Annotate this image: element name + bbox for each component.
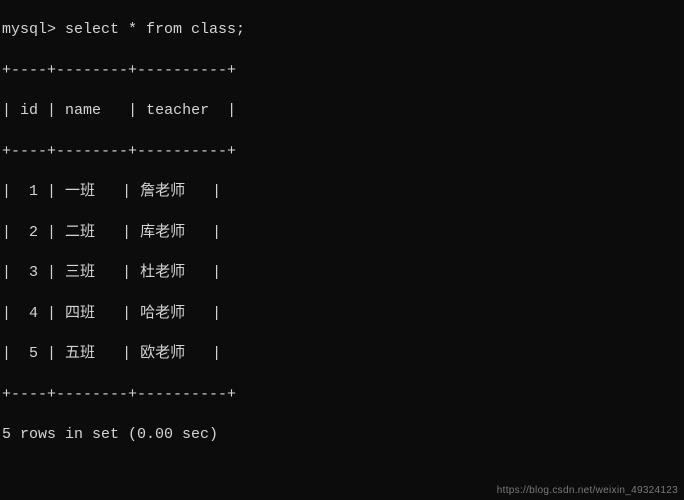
watermark: https://blog.csdn.net/weixin_49324123 [497, 484, 678, 498]
col-name: name [65, 102, 101, 119]
table-border: +----+--------+----------+ [2, 385, 682, 405]
terminal-output: mysql> select * from class; +----+------… [0, 0, 684, 500]
prompt-line-1[interactable]: mysql> select * from class; [2, 20, 682, 40]
table-row: | 5 | 五班 | 欧老师 | [2, 344, 682, 364]
col-teacher: teacher [146, 102, 209, 119]
sql-query: select * from class; [65, 21, 245, 38]
table-row: | 2 | 二班 | 库老师 | [2, 223, 682, 243]
mysql-prompt: mysql> [2, 21, 56, 38]
table-row: | 4 | 四班 | 哈老师 | [2, 304, 682, 324]
table-header-row: | id | name | teacher | [2, 101, 682, 121]
col-id: id [20, 102, 38, 119]
table-row: | 1 | 一班 | 詹老师 | [2, 182, 682, 202]
rows-in-set: 5 rows in set (0.00 sec) [2, 425, 682, 445]
table-border: +----+--------+----------+ [2, 142, 682, 162]
table-row: | 3 | 三班 | 杜老师 | [2, 263, 682, 283]
table-border: +----+--------+----------+ [2, 61, 682, 81]
